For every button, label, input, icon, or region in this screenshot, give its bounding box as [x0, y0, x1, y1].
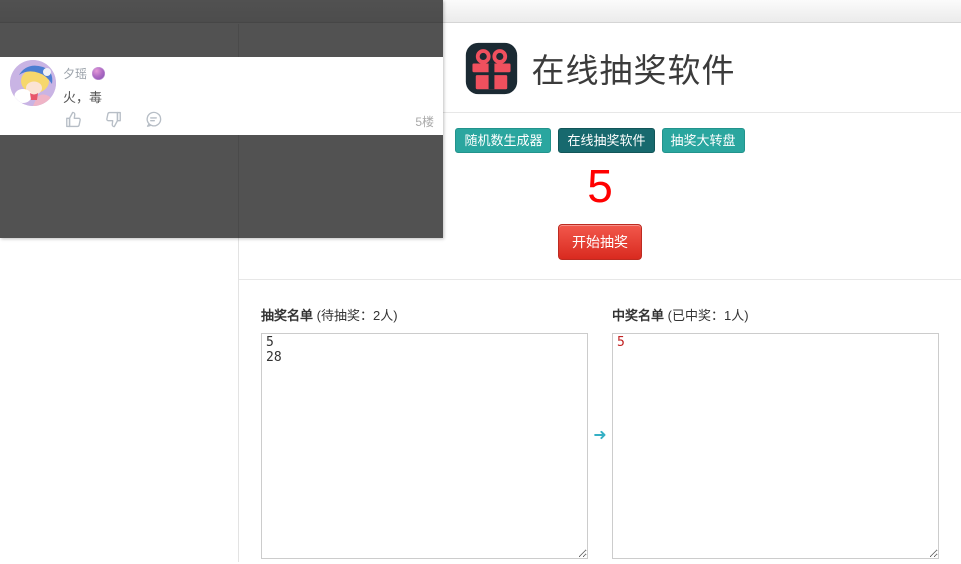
pool-count-note: (待抽奖：2人) [317, 308, 398, 323]
winners-panel: 中奖名单 (已中奖：1人) 5 [612, 305, 939, 564]
page-title: 在线抽奖软件 [532, 44, 736, 92]
winners-list-textarea[interactable]: 5 [612, 333, 939, 559]
comment-text: 火，毒 [63, 87, 102, 106]
comment-username-row: 夕瑶 [63, 65, 105, 82]
user-avatar[interactable] [10, 60, 56, 106]
start-draw-button[interactable]: 开始抽奖 [558, 224, 642, 260]
lists-section: 抽奖名单 (待抽奖：2人) 5 28 ➜ 中奖名单 (已中奖：1人) 5 [239, 280, 961, 564]
nav-tab-random-generator[interactable]: 随机数生成器 [455, 128, 551, 153]
comment-card: 夕瑶 火，毒 [0, 57, 443, 135]
gift-icon [465, 42, 518, 95]
thumbs-down-button[interactable] [104, 110, 123, 129]
comment-overlay: 夕瑶 火，毒 [0, 0, 443, 238]
reply-button[interactable] [144, 110, 163, 129]
user-badge-icon [92, 67, 105, 80]
comment-username: 夕瑶 [63, 65, 87, 82]
winners-count-note: (已中奖：1人) [668, 308, 749, 323]
nav-tab-online-lottery[interactable]: 在线抽奖软件 [558, 128, 654, 153]
nav-tab-lottery-wheel[interactable]: 抽奖大转盘 [662, 128, 745, 153]
comment-actions [64, 110, 163, 129]
pool-panel-header: 抽奖名单 (待抽奖：2人) [261, 305, 588, 324]
thumbs-up-button[interactable] [64, 110, 83, 129]
pool-list-textarea[interactable]: 5 28 [261, 333, 588, 559]
winners-panel-title: 中奖名单 [612, 308, 664, 323]
winners-panel-header: 中奖名单 (已中奖：1人) [612, 305, 939, 324]
transfer-arrow-icon: ➜ [588, 305, 612, 564]
pool-panel-title: 抽奖名单 [261, 308, 313, 323]
pool-panel: 抽奖名单 (待抽奖：2人) 5 28 [261, 305, 588, 564]
comment-floor-label: 5楼 [415, 113, 434, 130]
